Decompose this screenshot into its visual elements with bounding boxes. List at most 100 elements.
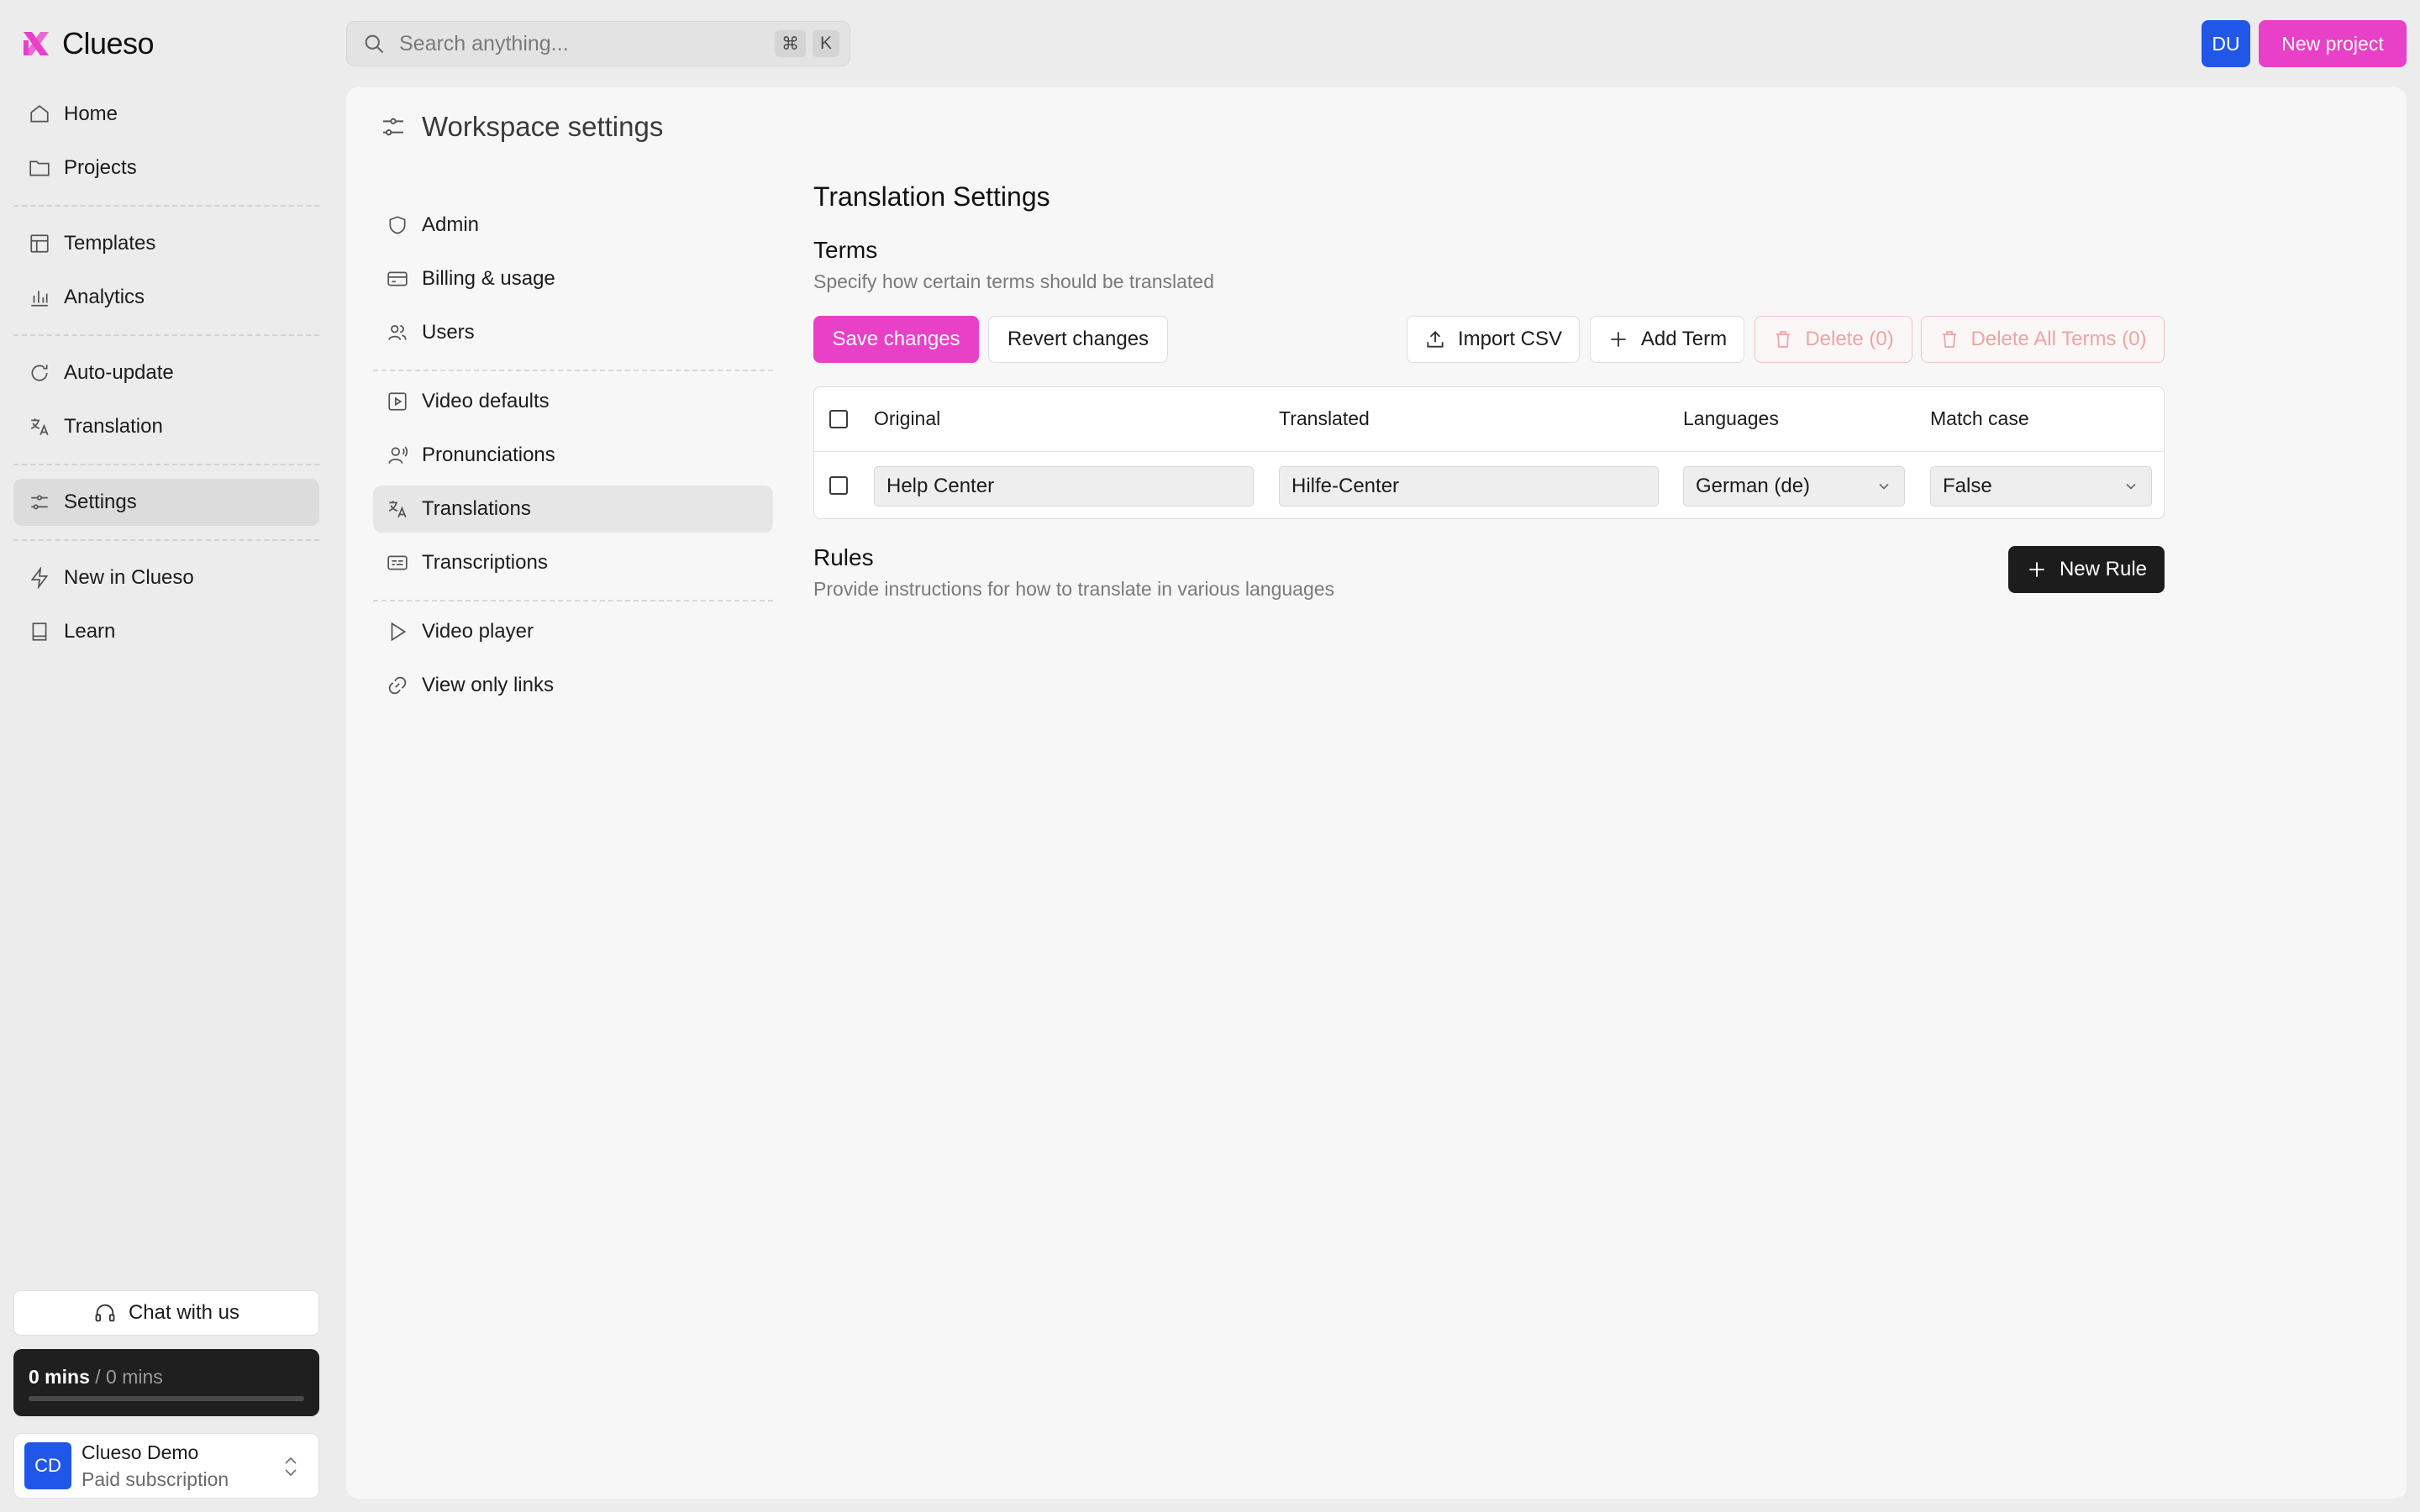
sidebar-item-auto-update[interactable]: Auto-update bbox=[13, 349, 319, 396]
clueso-logo-icon bbox=[24, 32, 49, 55]
usage-separator: / bbox=[89, 1366, 107, 1388]
sidebar-divider bbox=[13, 539, 319, 541]
settings-item-admin[interactable]: Admin bbox=[373, 202, 773, 249]
bar-chart-icon bbox=[31, 291, 48, 307]
credit-card-icon bbox=[387, 271, 408, 286]
settings-item-label: Video defaults bbox=[422, 390, 550, 412]
translation-settings-title: Translation Settings bbox=[813, 181, 1050, 212]
rules-title: Rules bbox=[813, 544, 874, 570]
plus-icon bbox=[1611, 332, 1626, 347]
headset-icon bbox=[95, 1304, 115, 1322]
account-name: Clueso Demo bbox=[82, 1441, 199, 1463]
sidebar-item-analytics[interactable]: Analytics bbox=[13, 274, 319, 321]
column-header-match-case: Match case bbox=[1930, 407, 2029, 429]
settings-item-pronunciations[interactable]: Pronunciations bbox=[373, 432, 773, 479]
sidebar-divider bbox=[13, 205, 319, 207]
app-name: Clueso bbox=[62, 26, 155, 60]
column-header-translated: Translated bbox=[1279, 407, 1370, 429]
settings-item-label: Translations bbox=[422, 497, 531, 520]
sliders-icon bbox=[31, 495, 48, 510]
users-icon bbox=[388, 325, 407, 340]
language-select-value: German (de) bbox=[1696, 475, 1811, 497]
shield-icon bbox=[389, 216, 406, 234]
captions-icon bbox=[387, 555, 408, 570]
new-rule-button[interactable]: New Rule bbox=[2008, 546, 2165, 593]
languages-icon bbox=[388, 501, 407, 518]
terms-description: Specify how certain terms should be tran… bbox=[813, 270, 1214, 292]
usage-progress-bar bbox=[29, 1396, 304, 1401]
settings-item-label: Users bbox=[422, 321, 475, 344]
sidebar-item-label: New in Clueso bbox=[64, 566, 194, 589]
translated-term-input[interactable]: Hilfe-Center bbox=[1279, 466, 1659, 507]
search-bar[interactable]: Search anything... ⌘ K bbox=[346, 21, 850, 66]
import-csv-label: Import CSV bbox=[1457, 328, 1563, 350]
match-case-select[interactable]: False bbox=[1930, 466, 2152, 507]
revert-changes-button[interactable]: Revert changes bbox=[988, 316, 1168, 363]
usage-meter: 0 mins / 0 mins bbox=[13, 1349, 319, 1416]
settings-item-label: Pronunciations bbox=[422, 444, 555, 466]
settings-item-users[interactable]: Users bbox=[373, 309, 773, 356]
match-case-select-value: False bbox=[1943, 475, 1992, 497]
shortcut-key-cmd: ⌘ bbox=[775, 30, 806, 57]
layout-icon bbox=[30, 234, 49, 253]
sidebar-item-label: Projects bbox=[64, 156, 137, 179]
add-term-button[interactable]: Add Term bbox=[1590, 316, 1744, 363]
sidebar-item-new-in-clueso[interactable]: New in Clueso bbox=[13, 554, 319, 601]
sidebar-item-translation[interactable]: Translation bbox=[13, 403, 319, 450]
settings-item-label: Billing & usage bbox=[422, 267, 555, 290]
page-title: Workspace settings bbox=[422, 111, 664, 142]
video-file-icon bbox=[388, 392, 407, 411]
column-header-original: Original bbox=[874, 407, 941, 429]
select-all-checkbox[interactable] bbox=[829, 410, 848, 428]
settings-item-transcriptions[interactable]: Transcriptions bbox=[373, 539, 773, 586]
delete-button[interactable]: Delete (0) bbox=[1754, 316, 1912, 363]
settings-item-label: View only links bbox=[422, 674, 554, 696]
import-csv-button[interactable]: Import CSV bbox=[1407, 316, 1580, 363]
refresh-icon bbox=[31, 365, 48, 381]
usage-total: 0 mins bbox=[106, 1366, 163, 1388]
original-term-input[interactable]: Help Center bbox=[874, 466, 1254, 507]
link-icon bbox=[388, 676, 407, 695]
settings-item-label: Admin bbox=[422, 213, 480, 236]
trash-icon bbox=[1776, 331, 1791, 348]
new-project-button[interactable]: New project bbox=[2259, 20, 2407, 67]
settings-item-view-only-links[interactable]: View only links bbox=[373, 662, 773, 709]
app-logo[interactable]: Clueso bbox=[22, 26, 155, 60]
chat-with-us-button[interactable]: Chat with us bbox=[13, 1290, 319, 1336]
sidebar-divider bbox=[13, 334, 319, 336]
search-input[interactable]: Search anything... bbox=[399, 32, 761, 56]
language-select[interactable]: German (de) bbox=[1683, 466, 1905, 507]
save-changes-button[interactable]: Save changes bbox=[813, 316, 979, 363]
home-icon bbox=[30, 105, 49, 123]
settings-divider bbox=[373, 600, 773, 601]
chevron-down-icon bbox=[1879, 483, 1889, 490]
sidebar-item-label: Templates bbox=[64, 232, 156, 255]
sliders-icon bbox=[383, 118, 403, 136]
lightning-icon bbox=[30, 567, 49, 589]
account-switcher[interactable]: CD Clueso Demo Paid subscription bbox=[13, 1433, 319, 1499]
delete-all-terms-button[interactable]: Delete All Terms (0) bbox=[1921, 316, 2165, 363]
sidebar-item-learn[interactable]: Learn bbox=[13, 608, 319, 655]
user-avatar[interactable]: DU bbox=[2202, 20, 2250, 67]
upload-icon bbox=[1427, 331, 1444, 348]
sidebar-item-label: Translation bbox=[64, 415, 163, 438]
sidebar-item-projects[interactable]: Projects bbox=[13, 144, 319, 192]
usage-used: 0 mins bbox=[29, 1366, 90, 1388]
sidebar-item-templates[interactable]: Templates bbox=[13, 220, 319, 267]
settings-item-video-defaults[interactable]: Video defaults bbox=[373, 378, 773, 425]
column-header-languages: Languages bbox=[1683, 407, 1779, 429]
settings-item-translations[interactable]: Translations bbox=[373, 486, 773, 533]
play-icon bbox=[391, 622, 407, 642]
row-checkbox[interactable] bbox=[829, 476, 848, 495]
search-icon bbox=[365, 34, 384, 54]
search-shortcut: ⌘ K bbox=[775, 30, 839, 57]
user-voice-icon bbox=[388, 446, 408, 464]
settings-item-billing[interactable]: Billing & usage bbox=[373, 255, 773, 302]
languages-icon bbox=[30, 418, 49, 436]
sidebar-item-label: Settings bbox=[64, 491, 137, 513]
chat-label: Chat with us bbox=[128, 1301, 240, 1324]
sidebar-item-home[interactable]: Home bbox=[13, 91, 319, 138]
settings-item-video-player[interactable]: Video player bbox=[373, 608, 773, 655]
sidebar-item-settings[interactable]: Settings bbox=[13, 479, 319, 526]
terms-table: Original Translated Languages Match case… bbox=[813, 386, 2165, 519]
